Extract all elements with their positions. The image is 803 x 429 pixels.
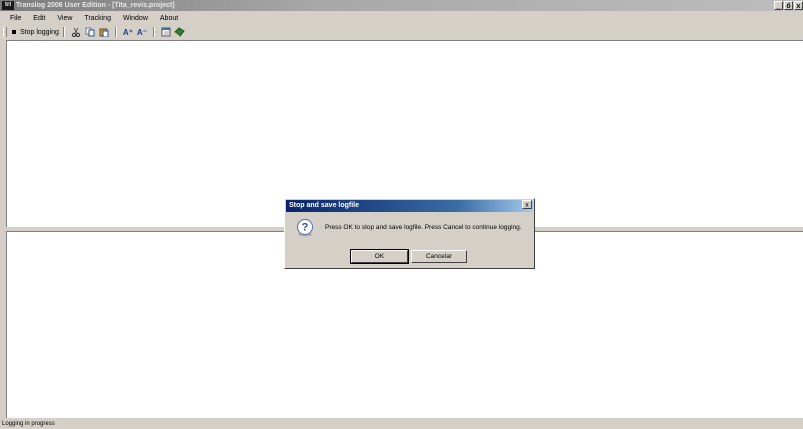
dialog-titlebar[interactable]: Stop and save logfile <box>286 200 533 212</box>
status-text: Logging in progress <box>2 421 55 427</box>
toolbar-separator <box>114 27 117 37</box>
book-icon[interactable] <box>174 26 186 38</box>
font-increase-icon[interactable]: A⁺ <box>122 26 134 38</box>
restore-button[interactable]: ő <box>784 1 793 10</box>
svg-text:?: ? <box>302 222 309 234</box>
copy-icon[interactable] <box>84 26 96 38</box>
ok-button[interactable]: OK <box>350 249 409 264</box>
menu-view[interactable]: View <box>51 15 78 22</box>
toolbar-separator <box>152 27 155 37</box>
window-titlebar[interactable]: trl Translog 2006 User Edition - [Tita_r… <box>0 0 803 11</box>
dialog-close-button[interactable]: x <box>522 200 532 209</box>
close-button[interactable]: x <box>794 1 803 10</box>
menu-file[interactable]: File <box>0 15 27 22</box>
stop-icon <box>12 30 16 34</box>
toolbar: Stop logging A⁺ A⁻ <box>0 25 803 39</box>
menu-window[interactable]: Window <box>117 15 154 22</box>
app-icon[interactable]: trl <box>2 1 14 10</box>
menu-edit[interactable]: Edit <box>27 15 51 22</box>
stop-logging-label: Stop logging <box>20 28 59 36</box>
window-controls: _ ő x <box>774 1 803 10</box>
toolbar-grip[interactable] <box>3 27 7 37</box>
cut-icon[interactable] <box>70 26 82 38</box>
paste-icon[interactable] <box>98 26 110 38</box>
minimize-button[interactable]: _ <box>774 1 783 10</box>
dialog-title: Stop and save logfile <box>289 202 360 209</box>
dialog-message: Press OK to stop and save logfile. Press… <box>325 224 522 231</box>
cancel-button[interactable]: Cancelar <box>411 250 467 263</box>
question-icon: ? <box>297 219 313 237</box>
toolbar-separator <box>62 27 65 37</box>
stop-logging-button[interactable]: Stop logging <box>12 29 59 36</box>
menu-bar: File Edit View Tracking Window About <box>0 11 803 25</box>
stop-save-dialog: Stop and save logfile x ? Press OK to st… <box>284 198 535 269</box>
calendar-icon[interactable] <box>160 26 172 38</box>
font-decrease-icon[interactable]: A⁻ <box>136 26 148 38</box>
menu-tracking[interactable]: Tracking <box>78 15 117 22</box>
status-bar: Logging in progress <box>0 420 803 429</box>
menu-about[interactable]: About <box>154 15 184 22</box>
window-title: Translog 2006 User Edition - [Tita_revis… <box>16 2 175 9</box>
